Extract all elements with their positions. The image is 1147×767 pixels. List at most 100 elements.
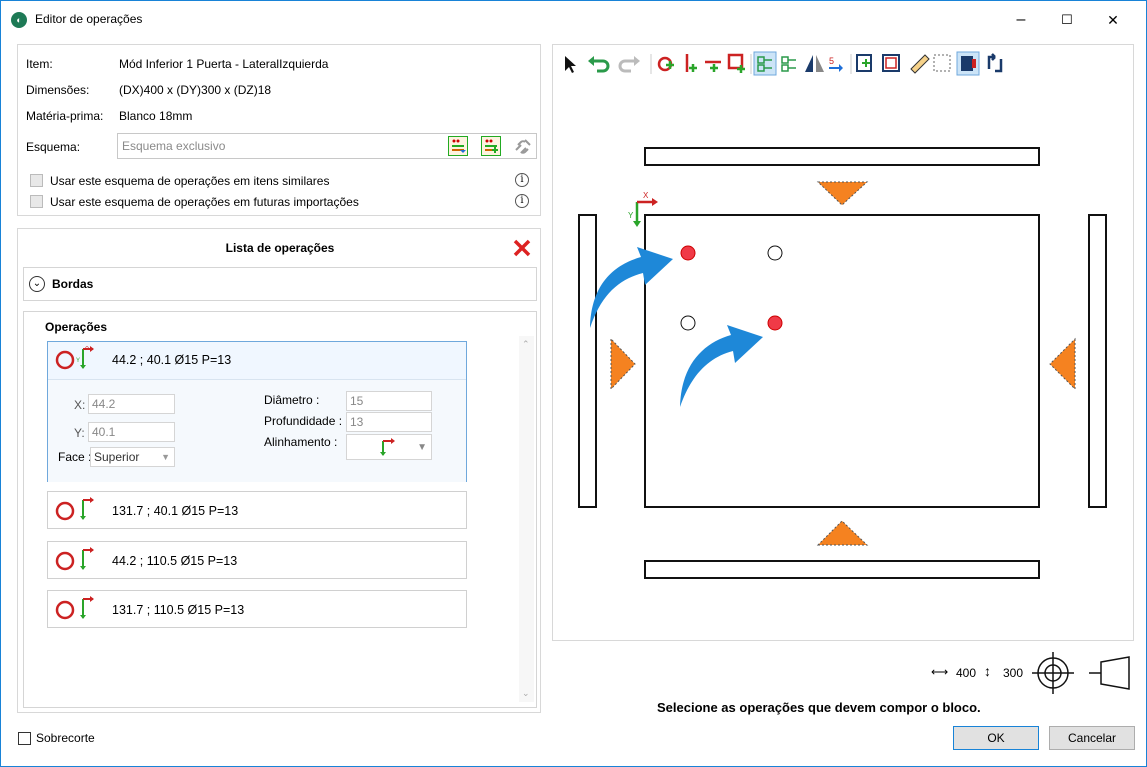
ok-button[interactable]: OK	[953, 726, 1039, 750]
minimize-button[interactable]: –	[998, 5, 1044, 35]
operation-card[interactable]: 44.2 ; 110.5 Ø15 P=13	[47, 541, 467, 579]
rotate-icon[interactable]	[987, 53, 1003, 73]
material-value: Blanco 18mm	[119, 109, 193, 123]
height-value: 300	[1003, 666, 1024, 680]
dotted-frame-icon[interactable]	[933, 54, 951, 72]
select-icon[interactable]	[565, 56, 576, 73]
close-button[interactable]: ✕	[1090, 5, 1136, 35]
unlink-icon[interactable]	[512, 136, 534, 158]
width-value: 400	[956, 666, 977, 680]
sobrecorte-checkbox[interactable]	[18, 732, 31, 745]
schema-load-icon[interactable]	[448, 136, 468, 156]
ungroup-operations-icon[interactable]	[781, 56, 796, 72]
hole-selected[interactable]	[767, 315, 783, 331]
edge-bottom[interactable]	[644, 560, 1040, 579]
insert-panel-icon[interactable]	[856, 54, 872, 72]
face-select[interactable]: Superior ▼	[90, 447, 175, 467]
svg-text:X: X	[643, 191, 649, 200]
dimensions-label: Dimensões:	[26, 83, 90, 97]
future-imports-checkbox[interactable]	[30, 195, 43, 208]
svg-text:5: 5	[829, 56, 834, 66]
schema-label: Esquema:	[26, 140, 81, 154]
scroll-up-icon[interactable]: ⌃	[522, 339, 530, 350]
view-toggle-icon[interactable]	[956, 51, 980, 76]
info-icon[interactable]: i	[515, 173, 529, 187]
drill-hole-icon	[55, 547, 94, 571]
title-bar: ◐ Editor de operações – ☐ ✕	[1, 1, 1146, 39]
editor-window: ◐ Editor de operações – ☐ ✕ Item: Mód In…	[0, 0, 1147, 767]
chevron-down-icon: ▼	[417, 442, 427, 453]
edges-section[interactable]: ⌄ Bordas	[23, 267, 537, 301]
item-value: Mód Inferior 1 Puerta - LateralIzquierda	[119, 57, 329, 71]
canvas-panel: 5 X Y	[552, 44, 1134, 641]
face-value: Superior	[94, 450, 140, 464]
edge-arrow-bottom-icon[interactable]	[816, 520, 869, 546]
delete-icon[interactable]	[511, 237, 533, 259]
y-input[interactable]: 40.1	[88, 422, 175, 442]
instruction-message: Selecione as operações que devem compor …	[657, 700, 981, 715]
undo-icon[interactable]	[588, 56, 610, 73]
depth-input[interactable]: 13	[346, 412, 432, 432]
editor-toolbar: 5	[565, 51, 1003, 76]
item-label: Item:	[26, 57, 53, 71]
edge-right[interactable]	[1088, 214, 1107, 508]
scroll-down-icon[interactable]: ⌄	[522, 688, 530, 699]
alignment-label: Alinhamento :	[264, 435, 338, 449]
redo-icon[interactable]	[618, 56, 640, 73]
operation-card[interactable]: 131.7 ; 110.5 Ø15 P=13	[47, 590, 467, 628]
operation-detail: X: 44.2 Y: 40.1 Face : Superior ▼ Diâmet…	[48, 379, 466, 482]
operation-card[interactable]: 131.7 ; 40.1 Ø15 P=13	[47, 491, 467, 529]
add-pocket-icon[interactable]	[727, 53, 745, 73]
diameter-label: Diâmetro :	[264, 393, 320, 407]
hole-selected[interactable]	[680, 245, 696, 261]
group-operations-icon[interactable]	[753, 51, 777, 76]
svg-text:X: X	[85, 346, 89, 350]
x-input[interactable]: 44.2	[88, 394, 175, 414]
panel-drawing: X Y	[578, 147, 1107, 579]
maximize-button[interactable]: ☐	[1044, 5, 1090, 35]
drill-hole-icon: Y X	[55, 346, 94, 370]
similar-items-checkbox[interactable]	[30, 174, 43, 187]
mirror-icon[interactable]	[805, 55, 824, 72]
alignment-select[interactable]: ▼	[346, 434, 432, 460]
operation-text: 44.2 ; 110.5 Ø15 P=13	[112, 554, 238, 568]
chevron-down-icon[interactable]: ⌄	[29, 276, 45, 292]
edges-label: Bordas	[52, 277, 94, 291]
perspective-view-icon[interactable]	[1089, 653, 1131, 693]
measure-icon[interactable]	[910, 54, 930, 74]
app-icon: ◐	[11, 12, 27, 28]
cancel-button[interactable]: Cancelar	[1049, 726, 1135, 750]
sobrecorte-label: Sobrecorte	[36, 731, 95, 745]
drill-hole-icon	[55, 497, 94, 521]
info-icon[interactable]: i	[515, 194, 529, 208]
center-target-icon[interactable]	[1032, 652, 1074, 694]
operation-text: 131.7 ; 110.5 Ø15 P=13	[112, 603, 245, 617]
hole[interactable]	[680, 315, 696, 331]
schema-save-icon[interactable]	[481, 136, 501, 156]
y-label: Y:	[74, 426, 85, 440]
material-label: Matéria-prima:	[26, 109, 104, 123]
similar-items-label: Usar este esquema de operações em itens …	[50, 174, 330, 188]
add-horizontal-cut-icon[interactable]	[705, 60, 721, 72]
diameter-input[interactable]: 15	[346, 391, 432, 411]
schema-input[interactable]: Esquema exclusivo	[117, 133, 537, 159]
operation-card-expanded[interactable]: Y X 44.2 ; 40.1 Ø15 P=13 X: 44.2 Y: 40.1…	[47, 341, 467, 482]
dimensions-value: (DX)400 x (DY)300 x (DZ)18	[119, 83, 272, 97]
edge-arrow-left-icon[interactable]	[610, 337, 636, 391]
add-hole-icon[interactable]	[657, 56, 674, 72]
scrollbar[interactable]: ⌃ ⌄	[519, 336, 534, 702]
edge-arrow-right-icon[interactable]	[1049, 337, 1076, 391]
axis-alignment-icon	[380, 438, 395, 456]
hole[interactable]	[767, 245, 783, 261]
edge-top[interactable]	[644, 147, 1040, 166]
x-label: X:	[74, 398, 86, 412]
replace-icon[interactable]: 5	[829, 56, 843, 72]
face-label: Face :	[58, 450, 92, 464]
edge-arrow-top-icon[interactable]	[816, 181, 869, 206]
height-icon: ↕	[984, 663, 991, 679]
panel-border-icon[interactable]	[882, 54, 900, 72]
operation-text: 44.2 ; 40.1 Ø15 P=13	[112, 353, 232, 367]
add-vertical-cut-icon[interactable]	[685, 54, 697, 72]
depth-label: Profundidade :	[264, 414, 343, 428]
edge-left[interactable]	[578, 214, 597, 508]
